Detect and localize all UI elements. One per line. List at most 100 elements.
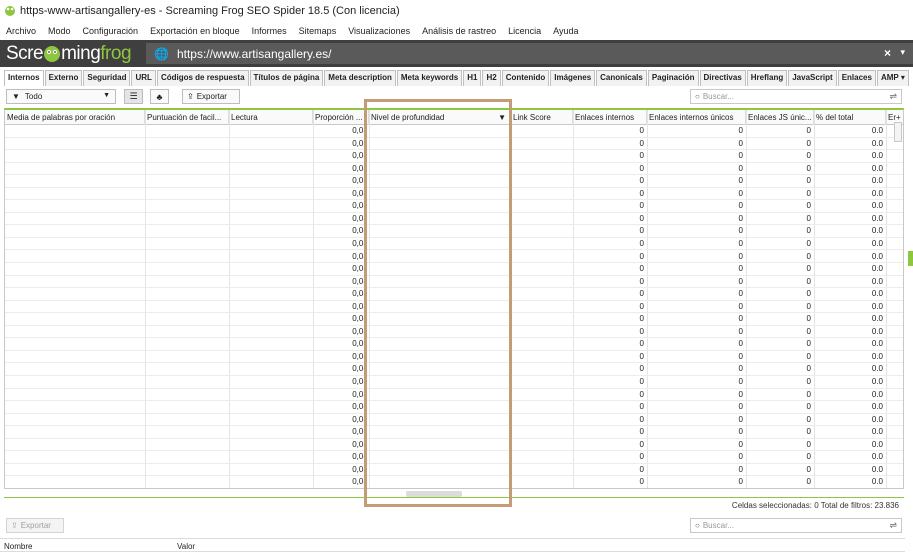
tab-url[interactable]: URL: [131, 70, 156, 86]
table-row[interactable]: 0,0(0 0 0 0.0: [5, 301, 903, 314]
adjust-icon[interactable]: ⇌: [889, 520, 897, 531]
table-cell: 0,0(: [352, 414, 366, 424]
table-cell: 0,0(: [352, 402, 366, 412]
col-value[interactable]: Valor: [177, 542, 195, 551]
col-unique-internal[interactable]: Enlaces internos únicos: [647, 110, 746, 125]
chevron-down-icon[interactable]: ▾: [900, 47, 905, 58]
table-row[interactable]: 0,0(0 0 0 0.0: [5, 163, 903, 176]
col-avg-words[interactable]: Media de palabras por oración: [5, 110, 145, 125]
table-row[interactable]: 0,0(0 0 0 0.0: [5, 238, 903, 251]
menu-exportacion[interactable]: Exportación en bloque: [150, 26, 240, 36]
menu-licencia[interactable]: Licencia: [508, 26, 541, 36]
table-cell: 0: [639, 351, 644, 361]
table-cell: 0: [806, 289, 811, 299]
adjust-icon[interactable]: ⇌: [889, 91, 897, 102]
menu-configuracion[interactable]: Configuración: [83, 26, 139, 36]
table-cell: 0: [738, 213, 743, 223]
table-row[interactable]: 0,0(0 0 0 0.0: [5, 138, 903, 151]
table-row[interactable]: 0,0(0 0 0 0.0: [5, 363, 903, 376]
table-row[interactable]: 0,0(0 0 0 0.0: [5, 376, 903, 389]
menu-ayuda[interactable]: Ayuda: [553, 26, 578, 36]
menu-informes[interactable]: Informes: [252, 26, 287, 36]
table-row[interactable]: 0,0(0 0 0 0.0: [5, 251, 903, 263]
tree-view-button[interactable]: ♣: [150, 89, 169, 104]
export-button[interactable]: ⇪ Exportar: [182, 89, 240, 104]
tab-javascript[interactable]: JavaScript: [788, 70, 837, 86]
col-name[interactable]: Nombre: [4, 542, 32, 551]
tab-paginacion[interactable]: Paginación: [647, 70, 699, 86]
table-row[interactable]: 0,0(0 0 0 0.0: [5, 313, 903, 326]
table-row[interactable]: 0,0(0 0 0 0.0: [5, 188, 903, 201]
table-row[interactable]: 0,0(0 0 0 0.0: [5, 451, 903, 464]
tab-h2[interactable]: H2: [482, 70, 501, 86]
tab-seguridad[interactable]: Seguridad: [83, 70, 131, 86]
menu-analisis[interactable]: Análisis de rastreo: [422, 26, 496, 36]
col-reading[interactable]: Lectura: [229, 110, 313, 125]
tab-h1[interactable]: H1: [463, 70, 482, 86]
table-row[interactable]: 0,0(0 0 0 0.0: [5, 326, 903, 339]
lower-grid-header: Nombre Valor: [0, 538, 905, 552]
tab-titulos[interactable]: Títulos de página: [249, 70, 324, 86]
menu-archivo[interactable]: Archivo: [6, 26, 36, 36]
tab-contenido[interactable]: Contenido: [501, 70, 550, 86]
table-cell: [369, 351, 511, 363]
table-cell: [145, 288, 229, 300]
tab-imagenes[interactable]: Imágenes: [550, 70, 596, 86]
table-row[interactable]: 0,0(0 0 0 0.0: [5, 125, 903, 138]
tab-codigos[interactable]: Códigos de respuesta: [156, 70, 249, 86]
table-row[interactable]: 0,0(0 0 0 0.0: [5, 464, 903, 477]
table-row[interactable]: 0,0(0 0 0 0.0: [5, 389, 903, 402]
table-row[interactable]: 0,0(0 0 0 0.0: [5, 401, 903, 414]
table-row[interactable]: 0,0(0 0 0 0.0: [5, 476, 903, 488]
tab-hreflang[interactable]: Hreflang: [746, 70, 788, 86]
table-cell: 0.0: [871, 427, 883, 437]
col-readability-score[interactable]: Puntuación de facil...: [145, 110, 229, 125]
col-depth-level[interactable]: Nivel de profundidad ▼: [369, 110, 511, 125]
lower-export-button[interactable]: ⇪ Exportar: [6, 518, 64, 533]
tab-internos[interactable]: Internos: [4, 70, 44, 86]
col-js-unique[interactable]: Enlaces JS únic...: [746, 110, 814, 125]
tab-meta-description[interactable]: Meta description: [324, 70, 396, 86]
filter-select[interactable]: ▼ Todo ▼: [6, 89, 116, 104]
tab-amp[interactable]: AMP ▾: [876, 70, 909, 86]
table-row[interactable]: 0,0(0 0 0 0.0: [5, 200, 903, 213]
table-cell: [229, 150, 313, 162]
table-row[interactable]: 0,0(0 0 0 0.0: [5, 288, 903, 301]
col-link-score[interactable]: Link Score: [511, 110, 573, 125]
table-row[interactable]: 0,0(0 0 0 0.0: [5, 263, 903, 276]
table-row[interactable]: 0,0(0 0 0 0.0: [5, 276, 903, 289]
table-cell: [5, 338, 145, 350]
table-row[interactable]: 0,0(0 0 0 0.0: [5, 175, 903, 188]
table-row[interactable]: 0,0(0 0 0 0.0: [5, 439, 903, 452]
url-bar[interactable]: 🌐 https://www.artisangallery.es/ × ▾: [146, 43, 913, 64]
table-cell: [5, 326, 145, 338]
col-proportion[interactable]: Proporción ...: [313, 110, 369, 125]
col-pct-total[interactable]: % del total: [814, 110, 886, 125]
menu-visualizaciones[interactable]: Visualizaciones: [348, 26, 410, 36]
table-cell: [511, 175, 573, 187]
search-input[interactable]: ○ Buscar... ⇌: [690, 89, 902, 104]
tab-meta-keywords[interactable]: Meta keywords: [396, 70, 463, 86]
list-view-button[interactable]: ☰: [124, 89, 143, 104]
menu-sitemaps[interactable]: Sitemaps: [299, 26, 337, 36]
table-cell: [145, 351, 229, 363]
table-row[interactable]: 0,0(0 0 0 0.0: [5, 351, 903, 364]
table-row[interactable]: 0,0(0 0 0 0.0: [5, 213, 903, 226]
table-cell: 0.0: [871, 389, 883, 399]
tab-directivas[interactable]: Directivas: [699, 70, 746, 86]
table-cell: 0: [806, 126, 811, 135]
vertical-scrollbar[interactable]: [894, 122, 902, 142]
tab-canonicals[interactable]: Canonicals: [596, 70, 647, 86]
lower-search-input[interactable]: ○ Buscar... ⇌: [690, 518, 902, 533]
table-row[interactable]: 0,0(0 0 0 0.0: [5, 225, 903, 238]
table-row[interactable]: 0,0(0 0 0 0.0: [5, 150, 903, 163]
table-cell: 0,0(: [352, 251, 366, 261]
tab-externo[interactable]: Externo: [44, 70, 83, 86]
table-row[interactable]: 0,0(0 0 0 0.0: [5, 426, 903, 439]
table-row[interactable]: 0,0(0 0 0 0.0: [5, 338, 903, 351]
tab-enlaces[interactable]: Enlaces: [837, 70, 876, 86]
close-icon[interactable]: ×: [884, 46, 891, 60]
menu-modo[interactable]: Modo: [48, 26, 71, 36]
col-internal-links[interactable]: Enlaces internos: [573, 110, 647, 125]
table-row[interactable]: 0,0(0 0 0 0.0: [5, 414, 903, 427]
